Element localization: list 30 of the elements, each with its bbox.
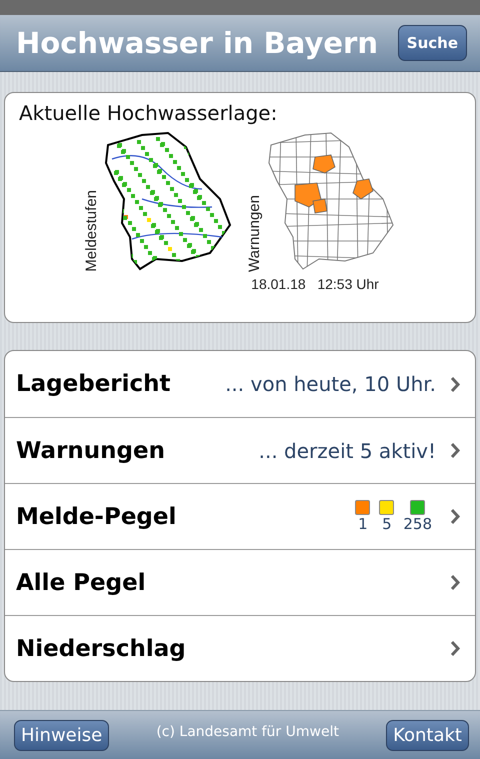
overview-card[interactable]: Aktuelle Hochwasserlage: Meldestufen Warnungen 18.01.18 12:53 Uhr [4,92,476,323]
info-button[interactable]: Hinweise [14,720,110,750]
menu-label: Warnungen [16,438,166,464]
contact-button[interactable]: Kontakt [386,720,469,750]
legend-count: 5 [382,515,392,533]
card-title: Aktuelle Hochwasserlage: [19,101,278,125]
menu-label: Niederschlag [16,636,187,662]
menu-item[interactable]: Lagebericht ... von heute, 10 Uhr. [5,351,475,417]
menu-value: ... derzeit 5 aktiv! [258,438,436,462]
legend-count: 1 [358,515,368,533]
search-button[interactable]: Suche [398,25,467,61]
timestamp: 18.01.18 12:53 Uhr [251,276,379,292]
menu-label: Lagebericht [16,371,172,397]
chevron-icon [450,640,461,657]
chevron-icon [450,508,461,525]
map-label: Meldestufen [83,190,100,272]
menu-value: ... von heute, 10 Uhr. [225,372,436,396]
chevron-icon [450,442,461,459]
menu-label: Alle Pegel [16,570,147,596]
menu-item[interactable]: Niederschlag [5,615,475,681]
chevron-icon [450,376,461,392]
copyright-text: (c) Landesamt für Umwelt [156,724,339,740]
legend-count: 258 [403,515,432,533]
map-label: Warnungen [246,195,263,272]
app-title: Hochwasser in Bayern [16,26,378,60]
menu-item[interactable]: Melde-Pegel 1 5 258 [5,483,475,549]
menu-item[interactable]: Alle Pegel [5,549,475,615]
menu-item[interactable]: Warnungen ... derzeit 5 aktiv! [5,417,475,483]
chevron-icon [450,574,461,591]
menu-label: Melde-Pegel [16,504,178,530]
